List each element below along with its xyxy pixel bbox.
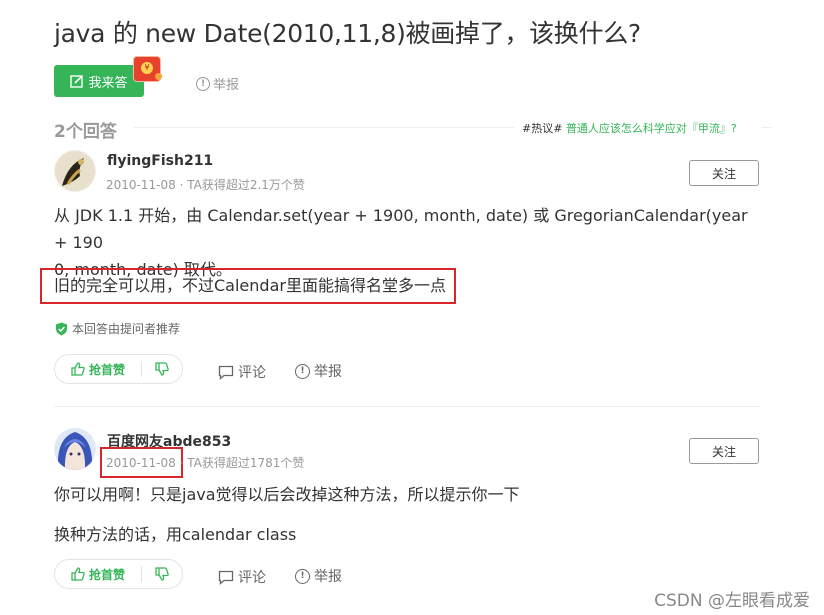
section-divider-end	[762, 127, 772, 128]
comment-label: 评论	[238, 365, 266, 381]
dislike-button[interactable]	[142, 355, 182, 383]
shield-check-icon	[56, 322, 67, 335]
question-title: java 的 new Date(2010,11,8)被画掉了，该换什么?	[54, 19, 641, 48]
recommended-label: 本回答由提问者推荐	[72, 322, 181, 336]
answer-separator	[54, 406, 760, 407]
answer-date: 2010-11-08	[106, 178, 176, 192]
recommended-note: 本回答由提问者推荐	[55, 320, 180, 337]
answer-line: 旧的完全可以用，不过Calendar里面能搞得名堂多一点	[54, 276, 446, 295]
vote-widget: 抢首赞	[54, 354, 183, 384]
answer-meta: 2010-11-08 · TA获得超过2.1万个赞	[106, 176, 305, 193]
comment-button[interactable]: 评论	[218, 362, 266, 382]
answer-button[interactable]: 我来答	[54, 65, 144, 97]
follow-button[interactable]: 关注	[689, 160, 759, 186]
hot-topic[interactable]: #热议# 普通人应该怎么科学应对『甲流』?	[522, 120, 737, 136]
answer-line: 从 JDK 1.1 开始，由 Calendar.set(year + 1900,…	[54, 206, 748, 252]
warning-icon: !	[196, 76, 210, 91]
answer-button-label: 我来答	[88, 75, 128, 91]
answer-date: 2010-11-08	[106, 456, 176, 470]
like-label: 抢首赞	[88, 362, 125, 377]
thumbs-down-icon	[155, 567, 169, 581]
section-divider	[134, 127, 514, 128]
vote-widget: 抢首赞	[54, 559, 183, 589]
answer-username[interactable]: flyingFish211	[107, 153, 213, 169]
report-label: 举报	[314, 364, 342, 380]
dislike-button[interactable]	[142, 560, 182, 588]
report-label: 举报	[213, 78, 240, 93]
watermark: CSDN @左眼看成爱	[654, 591, 810, 611]
thumbs-up-icon	[71, 567, 85, 581]
comment-icon	[218, 570, 234, 585]
edit-icon	[70, 75, 84, 88]
comment-icon	[218, 365, 234, 380]
comment-label: 评论	[238, 570, 266, 586]
report-answer-button[interactable]: ! 举报	[295, 361, 342, 381]
answer-line: 换种方法的话，用calendar class	[54, 525, 297, 544]
answer-line: 你可以用啊！只是java觉得以后会改掉这种方法，所以提示你一下	[54, 485, 520, 504]
thumbs-up-icon	[71, 362, 85, 376]
answer-stats: · TA获得超过2.1万个赞	[179, 178, 305, 192]
like-button[interactable]: 抢首赞	[55, 355, 141, 383]
answer-stats: · TA获得超过1781个赞	[179, 456, 305, 470]
report-answer-button[interactable]: ! 举报	[295, 566, 342, 586]
user-avatar-image	[54, 428, 96, 470]
avatar[interactable]	[54, 150, 96, 192]
answer-meta: 2010-11-08 · TA获得超过1781个赞	[106, 454, 304, 471]
report-label: 举报	[314, 569, 342, 585]
red-envelope-icon[interactable]: ¥	[133, 56, 162, 82]
answer-count: 2个回答	[54, 122, 117, 142]
like-label: 抢首赞	[88, 567, 125, 582]
like-button[interactable]: 抢首赞	[55, 560, 141, 588]
follow-button[interactable]: 关注	[689, 438, 759, 464]
warning-icon: !	[295, 363, 310, 379]
hot-topic-link[interactable]: 普通人应该怎么科学应对『甲流』?	[566, 122, 737, 135]
avatar[interactable]	[54, 428, 96, 470]
comment-button[interactable]: 评论	[218, 567, 266, 587]
warning-icon: !	[295, 568, 310, 584]
thumbs-down-icon	[155, 362, 169, 376]
red-envelope-coin: ¥	[141, 62, 153, 74]
user-avatar-image	[54, 150, 96, 192]
report-question-link[interactable]: ! 举报	[196, 74, 239, 93]
hot-tag: #热议#	[522, 122, 563, 135]
